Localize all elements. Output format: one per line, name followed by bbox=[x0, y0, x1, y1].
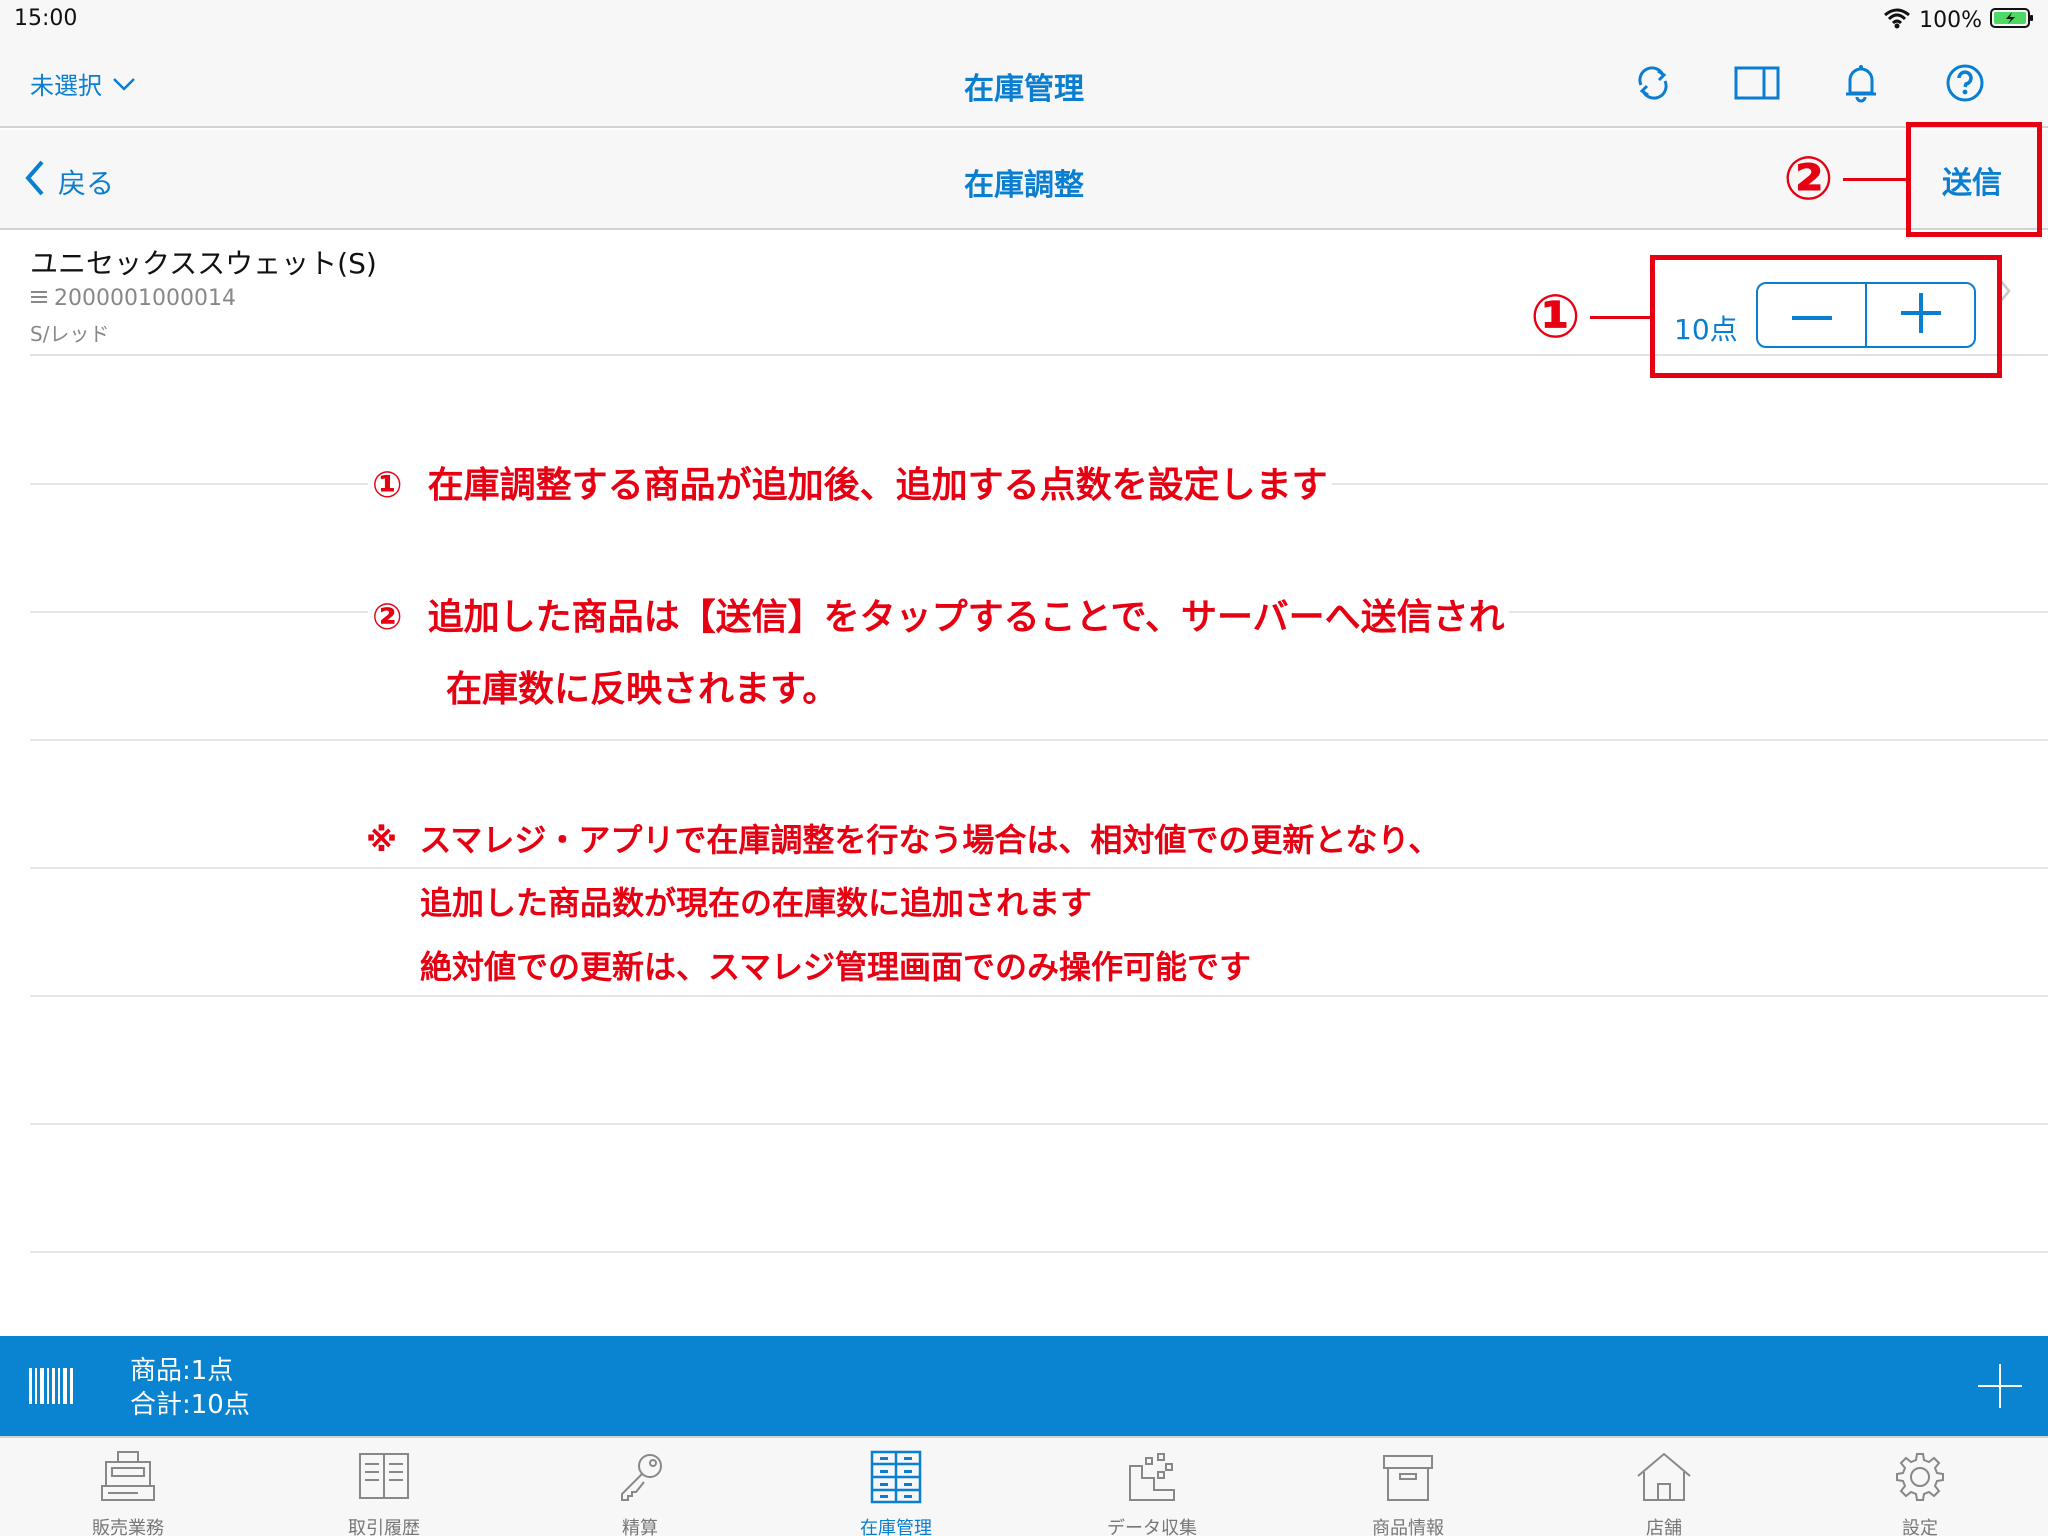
tab-sales[interactable]: 販売業務 bbox=[0, 1438, 256, 1536]
tab-label: 商品情報 bbox=[1372, 1518, 1444, 1536]
tab-label: データ収集 bbox=[1107, 1518, 1197, 1536]
tab-label: 取引履歴 bbox=[348, 1518, 420, 1536]
inventory-icon bbox=[866, 1450, 926, 1508]
status-indicators: 100% bbox=[1883, 5, 2034, 35]
tab-label: 店舗 bbox=[1646, 1518, 1682, 1536]
annotation-marker-1: ① bbox=[1530, 282, 1581, 352]
wifi-icon bbox=[1883, 7, 1911, 33]
tab-bar: 販売業務 取引履歴 精算 在庫管理 データ収集 商品情報 店舗 設定 bbox=[0, 1436, 2048, 1536]
data-icon bbox=[1122, 1450, 1182, 1508]
annotation-box-stepper bbox=[1650, 255, 2002, 378]
split-view-icon[interactable] bbox=[1734, 60, 1780, 106]
list-separator bbox=[30, 739, 2048, 741]
tab-data-collection[interactable]: データ収集 bbox=[1024, 1438, 1280, 1536]
summary-item-count: 商品:1点 bbox=[130, 1356, 234, 1386]
annotation-connector-1 bbox=[1590, 316, 1652, 319]
tab-transaction-history[interactable]: 取引履歴 bbox=[256, 1438, 512, 1536]
add-item-icon[interactable] bbox=[1978, 1364, 2022, 1412]
annotation-step1-text: 在庫調整する商品が追加後、追加する点数を設定します bbox=[427, 465, 1328, 506]
list-separator bbox=[30, 995, 2048, 997]
section-title: 在庫調整 bbox=[964, 168, 1084, 203]
note-line1: ※ スマレジ・アプリで在庫調整を行なう場合は、相対値での更新となり、 bbox=[362, 815, 1445, 861]
box-icon bbox=[1378, 1450, 1438, 1508]
tab-product-info[interactable]: 商品情報 bbox=[1280, 1438, 1536, 1536]
bell-icon[interactable] bbox=[1838, 60, 1884, 106]
status-time: 15:00 bbox=[14, 6, 78, 31]
annotation-step2-continued: 在庫数に反映されます。 bbox=[442, 660, 843, 712]
register-icon bbox=[98, 1450, 158, 1508]
list-separator bbox=[30, 1251, 2048, 1253]
annotation-connector-2 bbox=[1843, 178, 1908, 181]
note-line1-text: スマレジ・アプリで在庫調整を行なう場合は、相対値での更新となり、 bbox=[419, 821, 1441, 859]
help-icon[interactable] bbox=[1942, 60, 1988, 106]
key-icon bbox=[610, 1450, 670, 1508]
tab-settings[interactable]: 設定 bbox=[1792, 1438, 2048, 1536]
list-separator bbox=[30, 1123, 2048, 1125]
tab-inventory[interactable]: 在庫管理 bbox=[768, 1438, 1024, 1536]
refresh-icon[interactable] bbox=[1630, 60, 1676, 106]
tab-settlement[interactable]: 精算 bbox=[512, 1438, 768, 1536]
gear-icon bbox=[1890, 1450, 1950, 1508]
tab-label: 精算 bbox=[622, 1518, 658, 1536]
annotation-step1: ① 在庫調整する商品が追加後、追加する点数を設定します bbox=[368, 456, 1332, 508]
book-icon bbox=[354, 1450, 414, 1508]
summary-totals: 商品:1点 合計:10点 bbox=[130, 1354, 250, 1422]
annotation-step1-number: ① bbox=[372, 465, 403, 506]
note-mark: ※ bbox=[366, 821, 398, 859]
product-name: ユニセックススウェット(S) bbox=[30, 247, 377, 280]
product-variant: S/レッド bbox=[30, 322, 110, 346]
annotation-step2: ② 追加した商品は【送信】をタップすることで、サーバーへ送信され bbox=[368, 588, 1509, 640]
note-line2: 追加した商品数が現在の在庫数に追加されます bbox=[416, 878, 1097, 924]
top-navigation-bar: 未選択 在庫管理 bbox=[0, 40, 2048, 128]
nav-actions bbox=[1630, 60, 1988, 106]
annotation-box-send bbox=[1906, 122, 2042, 237]
barcode-scan-icon[interactable] bbox=[28, 1366, 74, 1410]
tab-label: 在庫管理 bbox=[860, 1518, 932, 1536]
sub-navigation-bar: 戻る 在庫調整 送信 bbox=[0, 130, 2048, 230]
battery-icon bbox=[1990, 7, 2034, 33]
summary-total-quantity: 合計:10点 bbox=[130, 1390, 250, 1420]
product-code: 2000001000014 bbox=[54, 286, 236, 311]
note-line3: 絶対値での更新は、スマレジ管理画面でのみ操作可能です bbox=[416, 942, 1256, 988]
tab-label: 販売業務 bbox=[92, 1518, 164, 1536]
store-icon bbox=[1634, 1450, 1694, 1508]
barcode-list-icon bbox=[30, 286, 48, 311]
list-separator bbox=[30, 867, 2048, 869]
tab-label: 設定 bbox=[1902, 1518, 1938, 1536]
annotation-marker-2: ② bbox=[1783, 144, 1834, 214]
product-code-row: 2000001000014 bbox=[30, 286, 236, 311]
annotation-step2-text: 追加した商品は【送信】をタップすることで、サーバーへ送信され bbox=[427, 597, 1505, 638]
battery-percentage: 100% bbox=[1919, 7, 1982, 33]
status-bar: 15:00 100% bbox=[0, 0, 2048, 40]
annotation-step2-number: ② bbox=[372, 597, 403, 638]
tab-store[interactable]: 店舗 bbox=[1536, 1438, 1792, 1536]
summary-bar: 商品:1点 合計:10点 bbox=[0, 1336, 2048, 1436]
